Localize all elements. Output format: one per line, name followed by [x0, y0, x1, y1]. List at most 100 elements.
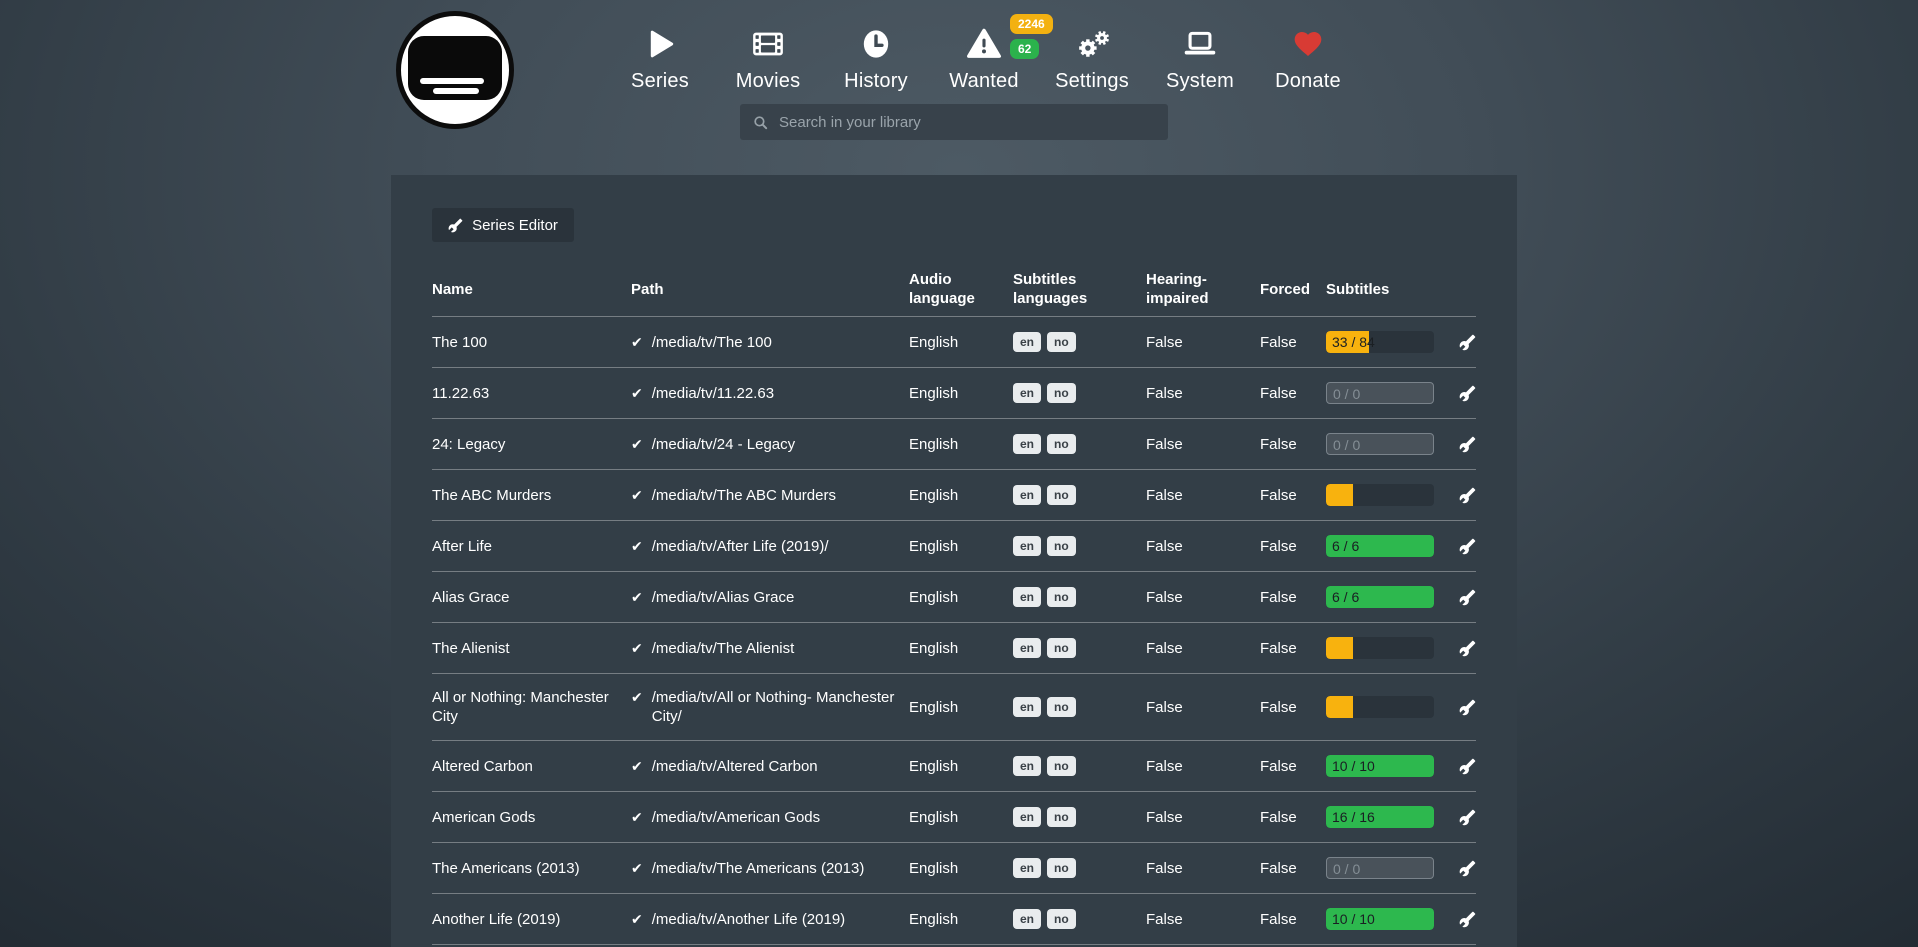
audio-language: English — [909, 698, 1013, 717]
audio-language: English — [909, 639, 1013, 658]
nav-label: Donate — [1254, 70, 1362, 93]
column-header: Audio language — [909, 270, 1013, 308]
series-path: /media/tv/24 - Legacy — [652, 435, 795, 454]
edit-series-button[interactable] — [1459, 911, 1476, 928]
subtitle-languages: enno — [1013, 587, 1146, 607]
subtitle-languages: enno — [1013, 858, 1146, 878]
forced: False — [1260, 808, 1326, 827]
check-icon: ✔ — [631, 588, 643, 607]
edit-series-button[interactable] — [1459, 334, 1476, 351]
subtitles-progress-bar: 0 / 0 — [1326, 433, 1434, 455]
edit-series-button[interactable] — [1459, 487, 1476, 504]
nav-item-donate[interactable]: Donate — [1254, 20, 1362, 93]
wrench-icon — [1459, 911, 1476, 928]
wrench-icon — [1459, 860, 1476, 877]
audio-language: English — [909, 537, 1013, 556]
subtitle-languages: enno — [1013, 536, 1146, 556]
edit-series-button[interactable] — [1459, 640, 1476, 657]
nav-icon-slot — [1254, 20, 1362, 68]
nav-label: Settings — [1038, 70, 1146, 93]
series-name: Another Life (2019) — [432, 910, 631, 929]
language-badge: no — [1047, 807, 1076, 827]
audio-language: English — [909, 910, 1013, 929]
progress-label: 33 / 84 — [1332, 331, 1375, 353]
edit-series-button[interactable] — [1459, 385, 1476, 402]
language-badge: no — [1047, 485, 1076, 505]
check-icon: ✔ — [631, 384, 643, 403]
language-badge: en — [1013, 697, 1041, 717]
audio-language: English — [909, 384, 1013, 403]
language-badge: en — [1013, 638, 1041, 658]
check-icon: ✔ — [631, 757, 643, 776]
edit-series-button[interactable] — [1459, 699, 1476, 716]
subtitles-progress-bar — [1326, 637, 1434, 659]
subtitles-progress-bar: 10 / 10 — [1326, 755, 1434, 777]
column-header: Forced — [1260, 280, 1326, 299]
edit-series-button[interactable] — [1459, 758, 1476, 775]
heart-icon — [1291, 28, 1325, 60]
language-badge: en — [1013, 332, 1041, 352]
series-editor-button[interactable]: Series Editor — [432, 208, 574, 242]
nav-item-settings[interactable]: Settings — [1038, 20, 1146, 93]
library-search-input[interactable] — [779, 114, 1156, 131]
table-row: 24: Legacy ✔ /media/tv/24 - Legacy Engli… — [432, 419, 1476, 470]
language-badge: no — [1047, 638, 1076, 658]
progress-label: 10 / 10 — [1332, 755, 1375, 777]
table-row: The ABC Murders ✔ /media/tv/The ABC Murd… — [432, 470, 1476, 521]
logo-screen — [408, 36, 502, 100]
wrench-icon — [448, 218, 463, 233]
edit-series-button[interactable] — [1459, 809, 1476, 826]
edit-series-button[interactable] — [1459, 860, 1476, 877]
search-icon — [752, 114, 769, 131]
nav-item-system[interactable]: System — [1146, 20, 1254, 93]
language-badge: en — [1013, 485, 1041, 505]
hearing-impaired: False — [1146, 698, 1260, 717]
nav-label: System — [1146, 70, 1254, 93]
series-name: All or Nothing: Manchester City — [432, 688, 631, 726]
series-path-cell: ✔ /media/tv/11.22.63 — [631, 384, 909, 403]
hearing-impaired: False — [1146, 910, 1260, 929]
language-badge: no — [1047, 697, 1076, 717]
wrench-icon — [1459, 334, 1476, 351]
series-path-cell: ✔ /media/tv/The Americans (2013) — [631, 859, 909, 878]
hearing-impaired: False — [1146, 639, 1260, 658]
hearing-impaired: False — [1146, 808, 1260, 827]
series-name: Altered Carbon — [432, 757, 631, 776]
edit-series-button[interactable] — [1459, 436, 1476, 453]
nav-item-series[interactable]: Series — [606, 20, 714, 93]
forced: False — [1260, 639, 1326, 658]
language-badge: no — [1047, 909, 1076, 929]
series-name: The Alienist — [432, 639, 631, 658]
check-icon: ✔ — [631, 688, 643, 707]
language-badge: en — [1013, 909, 1041, 929]
subtitle-languages: enno — [1013, 807, 1146, 827]
bazarr-logo[interactable] — [396, 11, 514, 129]
subtitles-progress-bar — [1326, 696, 1434, 718]
nav-item-history[interactable]: History — [822, 20, 930, 93]
subtitles-progress-bar: 6 / 6 — [1326, 586, 1434, 608]
series-path: /media/tv/The Alienist — [652, 639, 795, 658]
series-path-cell: ✔ /media/tv/After Life (2019)/ — [631, 537, 909, 556]
table-row: The Americans (2013) ✔ /media/tv/The Ame… — [432, 843, 1476, 894]
language-badge: no — [1047, 858, 1076, 878]
column-header: Subtitles — [1326, 280, 1459, 299]
progress-label: 0 / 0 — [1333, 434, 1360, 455]
edit-series-button[interactable] — [1459, 589, 1476, 606]
nav-item-wanted[interactable]: Wanted 224662 — [930, 20, 1038, 93]
warning-triangle-icon — [965, 27, 1003, 61]
series-name: The Americans (2013) — [432, 859, 631, 878]
series-path-cell: ✔ /media/tv/24 - Legacy — [631, 435, 909, 454]
nav-item-movies[interactable]: Movies — [714, 20, 822, 93]
series-path-cell: ✔ /media/tv/Another Life (2019) — [631, 910, 909, 929]
series-name: 24: Legacy — [432, 435, 631, 454]
series-path-cell: ✔ /media/tv/The 100 — [631, 333, 909, 352]
nav-icon-slot — [714, 20, 822, 68]
audio-language: English — [909, 808, 1013, 827]
edit-series-button[interactable] — [1459, 538, 1476, 555]
column-header: Path — [631, 280, 909, 299]
subtitles-progress-bar: 0 / 0 — [1326, 857, 1434, 879]
series-path-cell: ✔ /media/tv/Altered Carbon — [631, 757, 909, 776]
series-table: NamePathAudio languageSubtitles language… — [432, 270, 1476, 947]
language-badge: no — [1047, 332, 1076, 352]
series-name: The 100 — [432, 333, 631, 352]
